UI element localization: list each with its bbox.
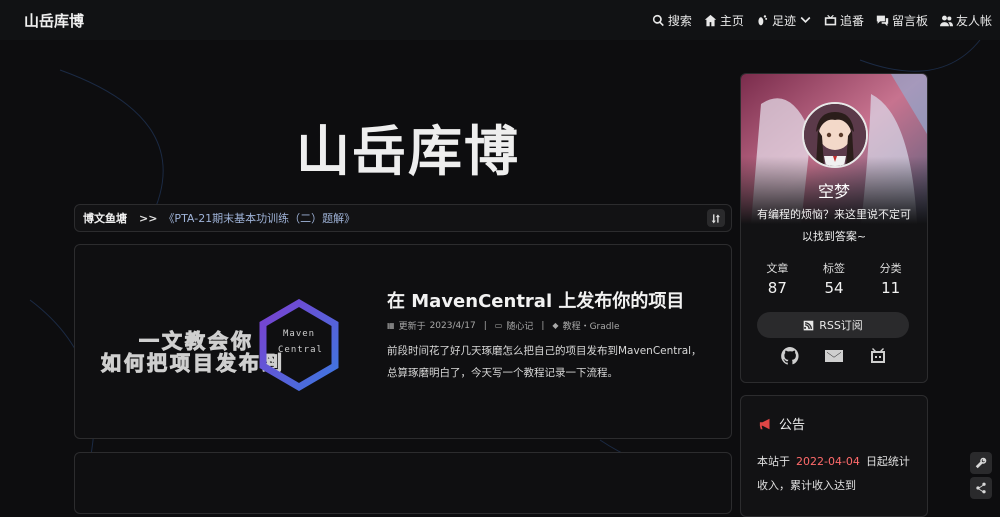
nav-friends[interactable]: 友人帐 <box>939 12 992 29</box>
rss-subscribe-button[interactable]: RSS订阅 <box>757 312 909 338</box>
hero-title: 山岳库博 <box>296 120 520 183</box>
nav-friends-label: 友人帐 <box>955 13 992 28</box>
rss-icon <box>803 320 814 330</box>
share-tool-button[interactable] <box>970 477 992 499</box>
nav-footprint[interactable]: 足迹 <box>756 12 812 29</box>
nav-footprint-label: 足迹 <box>771 13 796 28</box>
chevron-down-icon <box>800 16 811 23</box>
profile-description: 有编程的烦恼？来这里说不定可以找到答案~ <box>757 208 911 243</box>
announcement-title: 公告 <box>779 418 806 433</box>
stat-articles-label: 文章 <box>766 262 789 275</box>
avatar[interactable] <box>802 102 868 168</box>
site-name[interactable]: 山岳库博 <box>24 10 84 31</box>
post-title[interactable]: 在 MavenCentral 上发布你的项目 <box>387 287 684 313</box>
post-cover[interactable]: 一文教会你 如何把项目发布到 Maven Central <box>95 285 365 395</box>
profile-name: 空梦 <box>817 182 850 201</box>
post-tags[interactable]: 教程・Gradle <box>563 319 620 332</box>
announcement-card: 公告 本站于 2022-04-04 日起统计收入，累计收入达到 <box>740 395 928 517</box>
tv-icon <box>824 14 837 25</box>
profile-stats: 文章 87 标签 54 分类 11 <box>741 260 927 297</box>
rss-label: RSS订阅 <box>819 319 863 332</box>
nav-home[interactable]: 主页 <box>704 12 744 29</box>
mail-icon[interactable] <box>824 346 844 366</box>
folder-icon: ▭ <box>494 321 503 330</box>
share-icon <box>976 482 986 494</box>
post-excerpt: 前段时间花了好几天琢磨怎么把自己的项目发布到MavenCentral，总算琢磨明… <box>387 345 702 379</box>
avatar-image <box>804 104 866 166</box>
cover-logo-line1: Maven <box>283 329 316 339</box>
nav-home-label: 主页 <box>719 13 744 28</box>
bilibili-icon[interactable] <box>868 346 888 366</box>
breadcrumb: 博文鱼塘 >> 《PTA-21期末基本功训练（二）题解》 <box>74 204 732 232</box>
footprint-icon <box>758 14 768 25</box>
search-icon <box>652 14 664 26</box>
stat-categories[interactable]: 分类 11 <box>866 260 916 297</box>
bullhorn-icon <box>759 418 770 429</box>
breadcrumb-home[interactable]: 博文鱼塘 <box>83 210 127 226</box>
tag-icon: ◆ <box>552 321 559 330</box>
stat-articles-value: 87 <box>767 279 787 297</box>
cover-logo-line2: Central <box>278 345 323 355</box>
nav-guestbook-label: 留言板 <box>891 13 928 28</box>
nav-anime[interactable]: 追番 <box>824 12 864 29</box>
nav-anime-label: 追番 <box>839 13 864 28</box>
stat-tags-value: 54 <box>824 279 844 297</box>
nav-search-label: 搜索 <box>667 13 692 28</box>
post-updated-date: 2023/4/17 <box>429 320 476 331</box>
main-nav: 搜索 主页 足迹 追番 留言板 友人帐 <box>652 0 992 40</box>
post-category[interactable]: 随心记 <box>506 319 533 332</box>
meta-separator: | <box>483 320 487 331</box>
sort-arrow-icon <box>711 213 720 223</box>
profile-card: 空梦 有编程的烦恼？来这里说不定可以找到答案~ 文章 87 标签 54 分类 1… <box>740 73 928 383</box>
announcement-header: 公告 <box>759 414 805 433</box>
nav-search[interactable]: 搜索 <box>652 12 692 29</box>
breadcrumb-current[interactable]: 《PTA-21期末基本功训练（二）题解》 <box>163 210 355 226</box>
stat-tags-label: 标签 <box>822 262 845 275</box>
home-icon <box>704 14 717 26</box>
wrench-icon <box>975 457 987 469</box>
announcement-date: 2022-04-04 <box>796 455 860 468</box>
meta-separator-2: | <box>541 320 545 331</box>
stat-tags[interactable]: 标签 54 <box>809 260 859 297</box>
comments-icon <box>876 15 889 26</box>
breadcrumb-action-button[interactable] <box>707 209 725 227</box>
calendar-icon: ▦ <box>387 321 395 330</box>
post-updated-label: 更新于 <box>398 322 426 332</box>
users-icon <box>939 15 953 26</box>
github-icon[interactable] <box>780 346 800 366</box>
top-navbar: 山岳库博 搜索 主页 足迹 追番 留言板 友人帐 <box>0 0 1000 40</box>
cover-text-line2: 如何把项目发布到 <box>101 351 285 376</box>
nav-guestbook[interactable]: 留言板 <box>876 12 928 29</box>
stat-categories-label: 分类 <box>879 262 902 275</box>
post-card[interactable]: 一文教会你 如何把项目发布到 Maven Central 在 MavenCent… <box>74 244 732 439</box>
social-links <box>741 346 927 366</box>
post-meta: ▦ 更新于 2023/4/17 | ▭ 随心记 | ◆ 教程・Gradle <box>387 319 620 333</box>
maven-hexagon-logo: Maven Central <box>259 298 339 392</box>
breadcrumb-separator: >> <box>139 211 158 225</box>
announcement-text-before: 本站于 <box>757 455 790 468</box>
stat-articles[interactable]: 文章 87 <box>752 260 802 297</box>
settings-tool-button[interactable] <box>970 452 992 474</box>
post-card-next[interactable] <box>74 452 732 514</box>
stat-categories-value: 11 <box>881 279 901 297</box>
